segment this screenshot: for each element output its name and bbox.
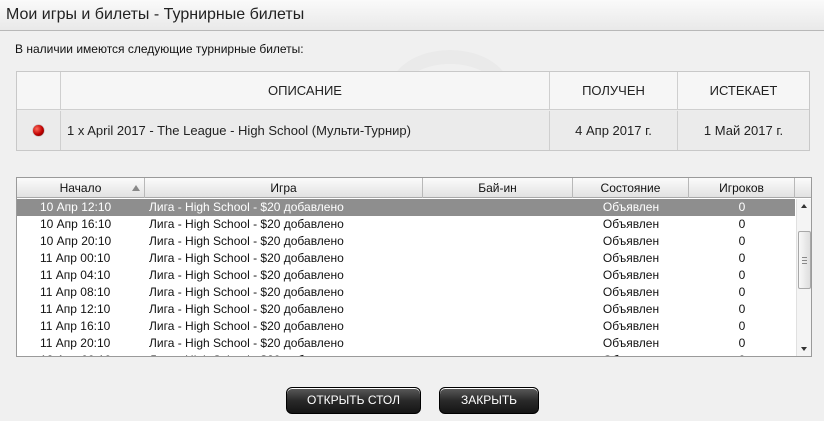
cell-game: Лига - High School - $20 добавлено bbox=[149, 268, 344, 282]
cell-players: 0 bbox=[738, 234, 746, 248]
status-column-header bbox=[17, 72, 61, 109]
cell-state: Объявлен bbox=[602, 217, 660, 231]
grip-icon bbox=[802, 257, 807, 264]
expires-column-header: ИСТЕКАЕТ bbox=[709, 83, 778, 98]
cell-state: Объявлен bbox=[573, 352, 689, 356]
cell-game: Лига - High School - $20 добавлено bbox=[149, 285, 344, 299]
ticket-expiry-date: 1 Май 2017 г. bbox=[703, 123, 784, 138]
cell-game: Лига - High School - $20 добавлено bbox=[149, 200, 344, 214]
table-row[interactable]: 11 Апр 12:10 Лига - High School - $20 доб… bbox=[17, 301, 795, 318]
cell-buyin bbox=[423, 250, 573, 267]
table-row[interactable]: 10 Апр 12:10 Лига - High School - $20 доб… bbox=[17, 199, 795, 216]
cell-start: 11 Апр 08:10 bbox=[40, 285, 111, 299]
cell-buyin bbox=[423, 267, 573, 284]
cell-game: Лига - High School - $20 добавлено bbox=[149, 336, 344, 350]
cell-players: 0 bbox=[738, 285, 746, 299]
tickets-table: ОПИСАНИЕ ПОЛУЧЕН ИСТЕКАЕТ 1 x April 2017… bbox=[16, 71, 810, 151]
cell-buyin bbox=[423, 284, 573, 301]
table-row[interactable]: 11 Апр 04:10 Лига - High School - $20 доб… bbox=[17, 267, 795, 284]
window-title: Мои игры и билеты - Турнирные билеты bbox=[0, 0, 824, 31]
cell-start: 10 Апр 20:10 bbox=[40, 234, 112, 248]
cell-game: Лига - High School - $20 добавлено bbox=[149, 251, 344, 265]
sort-ascending-icon bbox=[132, 185, 140, 191]
received-column-header: ПОЛУЧЕН bbox=[550, 72, 678, 109]
scroll-up-arrow-icon[interactable] bbox=[797, 199, 811, 213]
cell-start: 12 Апр 00:10 bbox=[17, 352, 145, 356]
cell-state: Объявлен bbox=[602, 336, 660, 350]
cell-state: Объявлен bbox=[602, 285, 660, 299]
vertical-scrollbar[interactable] bbox=[796, 199, 811, 356]
cell-start: 11 Апр 12:10 bbox=[40, 302, 111, 316]
cell-game: Лига - High School - $20 добавлено bbox=[149, 217, 344, 231]
column-header-players[interactable]: Игроков bbox=[689, 178, 795, 198]
column-header-start-label: Начало bbox=[59, 181, 102, 195]
ticket-row[interactable]: 1 x April 2017 - The League - High Schoo… bbox=[17, 111, 809, 150]
cell-players: 0 bbox=[738, 217, 746, 231]
scrollbar-thumb[interactable] bbox=[798, 231, 811, 289]
cell-players: 0 bbox=[738, 268, 746, 282]
cell-start: 11 Апр 20:10 bbox=[40, 336, 111, 350]
cell-state: Объявлен bbox=[602, 302, 660, 316]
scroll-down-arrow-icon[interactable] bbox=[797, 342, 811, 356]
cell-buyin bbox=[423, 318, 573, 335]
table-row[interactable]: 11 Апр 08:10 Лига - High School - $20 доб… bbox=[17, 284, 795, 301]
status-dot-icon bbox=[33, 125, 44, 136]
column-header-game[interactable]: Игра bbox=[145, 178, 423, 198]
cell-state: Объявлен bbox=[602, 200, 660, 214]
tickets-table-header: ОПИСАНИЕ ПОЛУЧЕН ИСТЕКАЕТ bbox=[17, 72, 809, 110]
cell-players: 0 bbox=[738, 319, 746, 333]
cell-game: Лига - High School - $20 добавлено bbox=[149, 302, 344, 316]
table-row[interactable]: 10 Апр 20:10 Лига - High School - $20 доб… bbox=[17, 233, 795, 250]
cell-game: Лига - High School - $20 добавлено bbox=[145, 352, 423, 356]
cell-buyin bbox=[423, 199, 573, 216]
column-header-buyin[interactable]: Бай-ин bbox=[423, 178, 573, 198]
table-row[interactable]: 11 Апр 16:10 Лига - High School - $20 доб… bbox=[17, 318, 795, 335]
column-header-state[interactable]: Состояние bbox=[573, 178, 689, 198]
cell-start: 11 Апр 00:10 bbox=[40, 251, 111, 265]
cell-start: 10 Апр 16:10 bbox=[40, 217, 112, 231]
cell-players: 0 bbox=[738, 200, 746, 214]
cell-game: Лига - High School - $20 добавлено bbox=[149, 319, 344, 333]
cell-players: 0 bbox=[738, 251, 746, 265]
table-row[interactable]: 11 Апр 00:10 Лига - High School - $20 доб… bbox=[17, 250, 795, 267]
cell-buyin bbox=[423, 352, 573, 356]
ticket-description: 1 x April 2017 - The League - High Schoo… bbox=[61, 111, 550, 150]
cell-state: Объявлен bbox=[602, 268, 660, 282]
cell-buyin bbox=[423, 301, 573, 318]
cell-buyin bbox=[423, 216, 573, 233]
tournaments-list-header: Начало Игра Бай-ин Состояние Игроков bbox=[17, 178, 811, 198]
cell-buyin bbox=[423, 335, 573, 352]
tournaments-rows: 10 Апр 12:10 Лига - High School - $20 доб… bbox=[17, 199, 795, 356]
cell-players: 0 bbox=[738, 336, 746, 350]
cell-state: Объявлен bbox=[602, 319, 660, 333]
cell-players: 0 bbox=[738, 302, 746, 316]
table-row[interactable]: 10 Апр 16:10 Лига - High School - $20 доб… bbox=[17, 216, 795, 233]
cell-state: Объявлен bbox=[602, 234, 660, 248]
cell-state: Объявлен bbox=[602, 251, 660, 265]
cell-start: 11 Апр 16:10 bbox=[40, 319, 111, 333]
ticket-status-cell bbox=[17, 111, 61, 150]
cell-start: 11 Апр 04:10 bbox=[40, 268, 111, 282]
column-header-start[interactable]: Начало bbox=[17, 178, 145, 198]
ticket-received-date: 4 Апр 2017 г. bbox=[550, 111, 678, 150]
cell-game: Лига - High School - $20 добавлено bbox=[149, 234, 344, 248]
open-table-button[interactable]: ОТКРЫТЬ СТОЛ bbox=[286, 387, 421, 414]
available-tickets-label: В наличии имеются следующие турнирные би… bbox=[15, 42, 304, 56]
table-row[interactable]: 12 Апр 00:10Лига - High School - $20 доб… bbox=[17, 352, 795, 356]
cell-players: 0 bbox=[689, 352, 795, 356]
close-button[interactable]: ЗАКРЫТЬ bbox=[439, 387, 539, 414]
tournaments-list[interactable]: Начало Игра Бай-ин Состояние Игроков 10 … bbox=[16, 177, 812, 357]
cell-buyin bbox=[423, 233, 573, 250]
table-row[interactable]: 11 Апр 20:10 Лига - High School - $20 доб… bbox=[17, 335, 795, 352]
description-column-header: ОПИСАНИЕ bbox=[61, 72, 550, 109]
cell-start: 10 Апр 12:10 bbox=[40, 200, 112, 214]
